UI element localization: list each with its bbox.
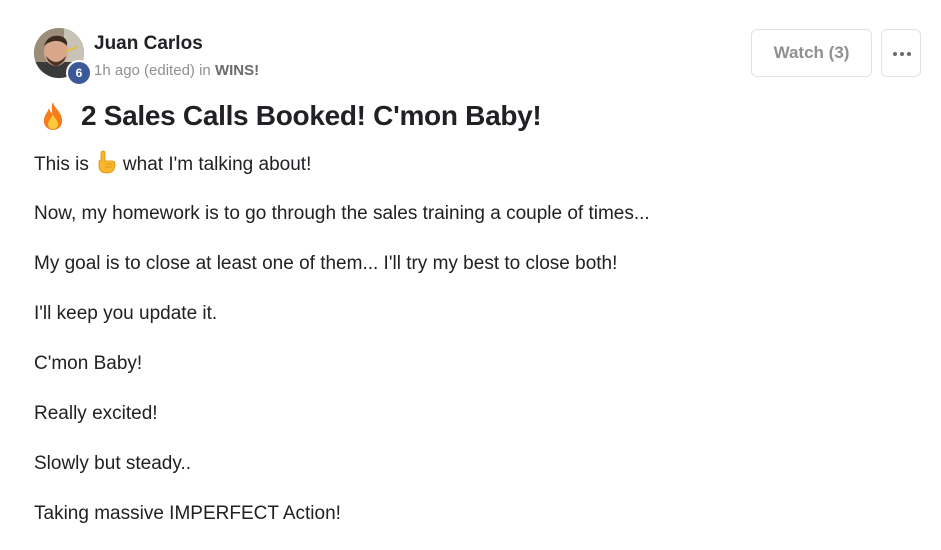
author-name[interactable]: Juan Carlos [94,33,203,55]
watch-button[interactable]: Watch (3) [751,29,872,77]
post-header: 6 Juan Carlos 1h ago (edited) in WINS! W… [34,28,924,88]
body-paragraph: C'mon Baby! [34,353,143,374]
post-body: This is what I'm talking about! Now, my … [34,150,914,550]
body-paragraph: Really excited! [34,403,158,424]
author-avatar-container[interactable]: 6 [34,28,92,86]
pointing-hand-icon [98,150,116,174]
post-meta-in: in [199,62,211,79]
level-badge: 6 [66,60,92,86]
post-time: 1h ago (edited) [94,62,195,79]
body-paragraph: I'll keep you update it. [34,303,218,324]
body-paragraph: Slowly but steady.. [34,453,192,474]
body-paragraph: This is what I'm talking about! [34,150,914,178]
post-meta: 1h ago (edited) in WINS! [94,62,259,79]
body-paragraph: Taking massive IMPERFECT Action! [34,503,341,524]
fire-icon [43,102,63,130]
more-options-button[interactable] [881,29,921,77]
body-text-before-icon: This is [34,154,89,175]
more-horizontal-icon [893,52,911,56]
category-link[interactable]: WINS! [215,62,259,79]
body-paragraph: Now, my homework is to go through the sa… [34,203,650,224]
body-paragraph: My goal is to close at least one of them… [34,253,618,274]
body-text-after-icon: what I'm talking about! [122,154,312,175]
post-title: 2 Sales Calls Booked! C'mon Baby! [81,100,542,131]
